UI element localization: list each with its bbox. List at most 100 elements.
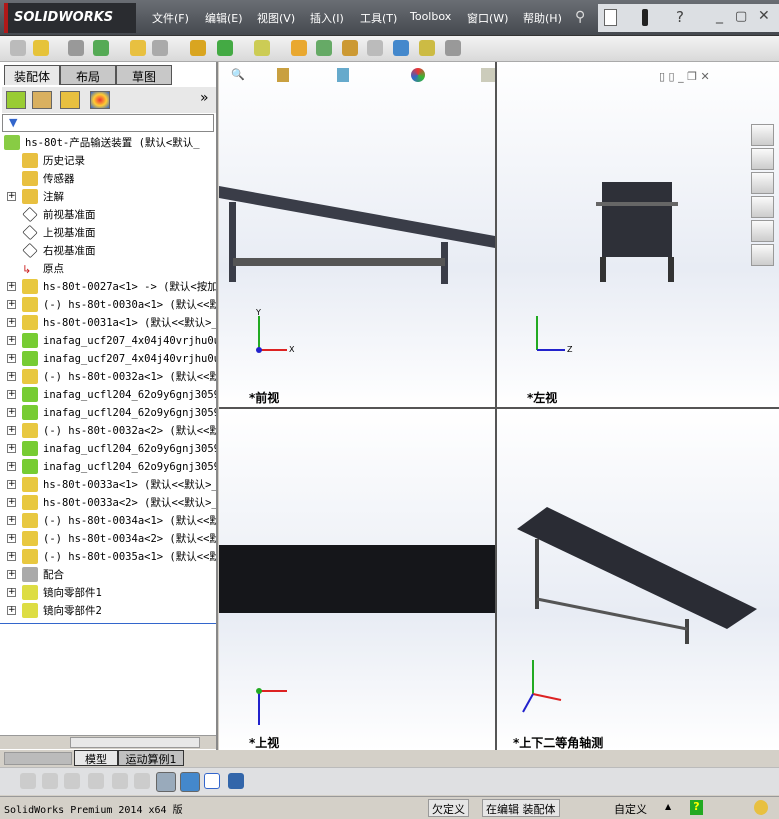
viewport-isometric[interactable]: *上下二等角轴测	[497, 409, 779, 750]
horizontal-splitter[interactable]	[219, 407, 779, 409]
expand-toggle-icon[interactable]: +	[7, 282, 16, 291]
menu-toolbox[interactable]: Toolbox	[410, 10, 451, 23]
menu-file[interactable]: 文件(F)	[152, 10, 189, 26]
tree-item[interactable]: + 镜向零部件1	[0, 584, 216, 602]
expand-toggle-icon[interactable]: +	[7, 588, 16, 597]
report-icon[interactable]	[228, 773, 244, 789]
expand-toggle-icon[interactable]: +	[7, 300, 16, 309]
expand-toggle-icon[interactable]: +	[7, 570, 16, 579]
pin-icon[interactable]: ⚲	[575, 9, 585, 25]
graphics-area[interactable]: Y X *前视 Z *左视 *上视 *上下二等角轴测 🔍 ▯ ▯ _ ❐ ✕	[219, 62, 779, 750]
menu-edit[interactable]: 编辑(E)	[205, 10, 243, 26]
tree-item[interactable]: + inafag_ucfl204_62o9y6gnj3059x	[0, 404, 216, 422]
vertical-splitter[interactable]	[495, 62, 497, 750]
solidworks-resources-icon[interactable]	[751, 124, 774, 146]
edit-component-icon[interactable]	[10, 40, 26, 56]
tab-model[interactable]: 模型	[74, 750, 118, 766]
exploded-view-icon[interactable]	[342, 40, 358, 56]
viewport-window-controls[interactable]: ▯ ▯ _ ❐ ✕	[659, 70, 710, 83]
menu-help[interactable]: 帮助(H)	[523, 10, 562, 26]
zoom-to-fit-icon[interactable]: 🔍	[231, 68, 245, 81]
bill-of-materials-icon[interactable]	[316, 40, 332, 56]
interference-detection-icon[interactable]	[393, 40, 409, 56]
mate-icon[interactable]	[68, 40, 84, 56]
menu-tools[interactable]: 工具(T)	[360, 10, 397, 26]
expand-toggle-icon[interactable]: +	[7, 498, 16, 507]
move-component-icon[interactable]	[152, 40, 168, 56]
rollback-bar[interactable]	[0, 623, 216, 624]
tree-item[interactable]: ↳ 原点	[0, 260, 216, 278]
tree-item[interactable]: + inafag_ucfl204_62o9y6gnj3059x	[0, 458, 216, 476]
tree-item[interactable]: + (-) hs-80t-0032a<1> (默认<<默	[0, 368, 216, 386]
expand-toggle-icon[interactable]: +	[7, 372, 16, 381]
tree-item[interactable]: + hs-80t-0033a<2> (默认<<默认>_	[0, 494, 216, 512]
minimize-icon[interactable]: _	[716, 8, 723, 24]
list-icon[interactable]	[88, 773, 104, 789]
expand-toggle-icon[interactable]: +	[7, 318, 16, 327]
tree-item[interactable]: + inafag_ucf207_4x04j40vrjhu0u5	[0, 332, 216, 350]
design-library-icon[interactable]	[751, 148, 774, 170]
expand-toggle-icon[interactable]: +	[7, 192, 16, 201]
filter-input[interactable]: ▼	[2, 114, 214, 132]
tree-item[interactable]: + (-) hs-80t-0032a<2> (默认<<默	[0, 422, 216, 440]
grid-icon[interactable]	[112, 773, 128, 789]
tree-item[interactable]: + (-) hs-80t-0030a<1> (默认<<默	[0, 296, 216, 314]
expand-toggle-icon[interactable]: +	[7, 444, 16, 453]
expand-toggle-icon[interactable]: +	[7, 336, 16, 345]
display-style-icon[interactable]	[337, 68, 349, 82]
assembly-features-icon[interactable]	[217, 40, 233, 56]
expand-toggle-icon[interactable]: +	[7, 552, 16, 561]
render-tools-icon[interactable]	[481, 68, 495, 82]
feature-manager-tree-icon[interactable]	[6, 91, 26, 109]
tab-layout[interactable]: 布局	[60, 65, 116, 85]
linear-pattern-icon[interactable]	[93, 40, 109, 56]
tree-item[interactable]: + hs-80t-0027a<1> -> (默认<按加	[0, 278, 216, 296]
horizontal-scrollbar[interactable]	[0, 735, 216, 749]
view-palette-icon[interactable]	[751, 196, 774, 218]
axes-toggle-icon[interactable]	[156, 772, 176, 792]
restore-icon[interactable]: ▢	[735, 9, 747, 24]
tree-item[interactable]: hs-80t-产品输送装置 (默认<默认_	[0, 134, 216, 152]
menu-view[interactable]: 视图(V)	[257, 10, 295, 26]
expand-toggle-icon[interactable]: +	[7, 516, 16, 525]
tab-sketch[interactable]: 草图	[116, 65, 172, 85]
reference-geometry-icon[interactable]	[254, 40, 270, 56]
play-icon[interactable]	[42, 773, 58, 789]
3d-view-toggle-icon[interactable]	[180, 772, 200, 792]
expand-toggle-icon[interactable]: +	[7, 480, 16, 489]
calculate-icon[interactable]	[20, 773, 36, 789]
appearances-icon[interactable]	[751, 220, 774, 242]
tree-item[interactable]: + 注解	[0, 188, 216, 206]
tree-item[interactable]: + inafag_ucfl204_62o9y6gnj3059x	[0, 386, 216, 404]
tab-motion-study-1[interactable]: 运动算例1	[118, 750, 184, 766]
tree-item[interactable]: + hs-80t-0031a<1> (默认<<默认>_	[0, 314, 216, 332]
tree-item[interactable]: + 配合	[0, 566, 216, 584]
tree-item[interactable]: 右视基准面	[0, 242, 216, 260]
expand-toggle-icon[interactable]: +	[7, 606, 16, 615]
show-hidden-icon[interactable]	[190, 40, 206, 56]
help-status-icon[interactable]: ?	[690, 800, 703, 815]
tree-item[interactable]: 上视基准面	[0, 224, 216, 242]
tree-item[interactable]: + (-) hs-80t-0035a<1> (默认<<默	[0, 548, 216, 566]
tree-item[interactable]: + inafag_ucf207_4x04j40vrjhu0u5	[0, 350, 216, 368]
units-selector[interactable]: 自定义	[614, 801, 647, 817]
viewport-front[interactable]: Y X *前视	[219, 62, 495, 407]
expand-toggle-icon[interactable]: +	[7, 426, 16, 435]
insert-component-icon[interactable]	[33, 40, 49, 56]
help-icon[interactable]: ?	[676, 8, 684, 26]
file-explorer-icon[interactable]	[751, 172, 774, 194]
configuration-manager-icon[interactable]	[60, 91, 80, 109]
expand-toggle-icon[interactable]: +	[7, 354, 16, 363]
solidworks-logo[interactable]: SOLIDWORKS	[4, 3, 136, 33]
viewport-left[interactable]: Z *左视	[497, 62, 779, 407]
expand-toggle-icon[interactable]: +	[7, 534, 16, 543]
custom-properties-icon[interactable]	[751, 244, 774, 266]
table-icon[interactable]	[204, 773, 220, 789]
tree-item[interactable]: 前视基准面	[0, 206, 216, 224]
expand-arrows-icon[interactable]: »	[200, 90, 209, 106]
units-up-arrow-icon[interactable]: ▲	[665, 802, 671, 811]
tree-item[interactable]: + (-) hs-80t-0034a<1> (默认<<默	[0, 512, 216, 530]
expand-toggle-icon[interactable]: +	[7, 408, 16, 417]
tab-assembly[interactable]: 装配体	[4, 65, 60, 85]
new-motion-study-icon[interactable]	[291, 40, 307, 56]
